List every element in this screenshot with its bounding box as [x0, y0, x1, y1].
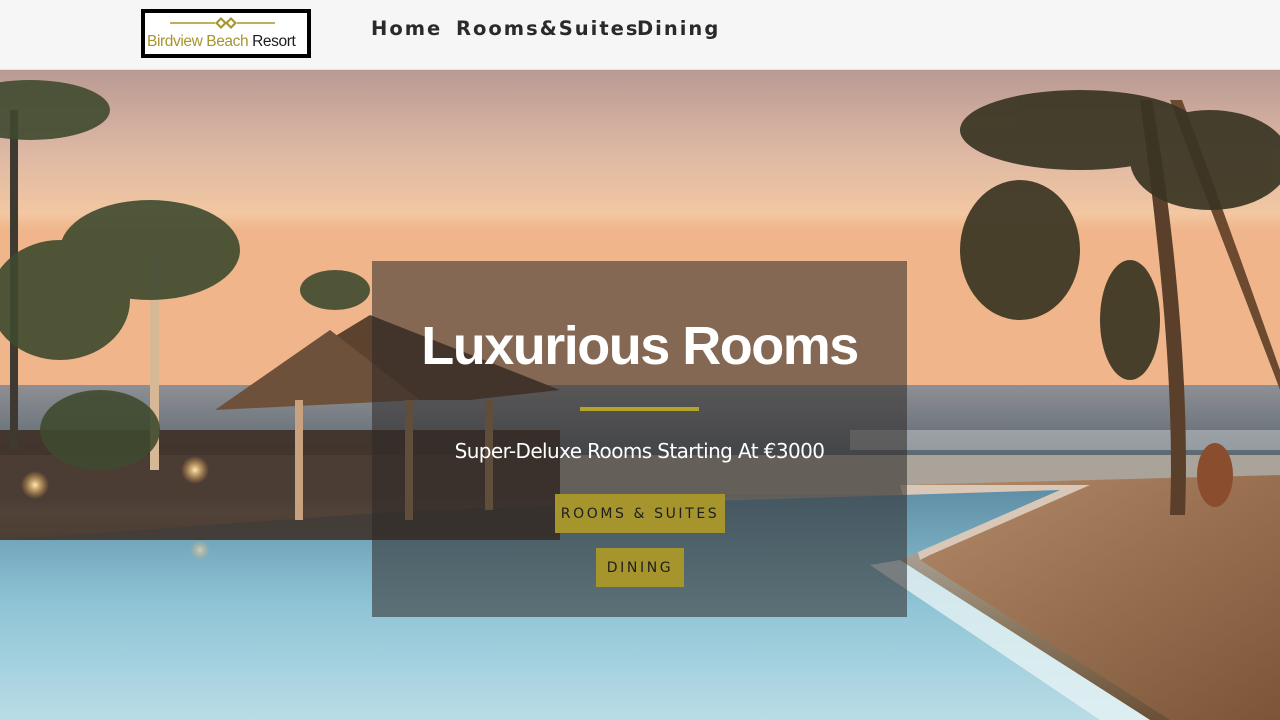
hero-divider [580, 407, 699, 411]
rooms-suites-button[interactable]: ROOMS & SUITES [555, 494, 725, 533]
hero-title: Luxurious Rooms [421, 316, 859, 376]
hero-subtitle: Super-Deluxe Rooms Starting At €3000 [454, 439, 825, 463]
logo-text: Birdview Beach Resort [147, 33, 296, 50]
nav-rooms-suites[interactable]: Rooms&Suites [456, 17, 640, 40]
site-header: Birdview Beach Resort Home Rooms&Suites … [0, 0, 1280, 70]
logo-diamond-icon [170, 17, 275, 29]
hero-overlay: Luxurious Rooms Super-Deluxe Rooms Start… [372, 261, 907, 617]
nav-home[interactable]: Home [371, 17, 442, 40]
dining-button[interactable]: DINING [596, 548, 684, 587]
hero-banner: Luxurious Rooms Super-Deluxe Rooms Start… [0, 70, 1280, 720]
site-logo[interactable]: Birdview Beach Resort [141, 9, 311, 58]
nav-dining[interactable]: Dining [637, 17, 720, 40]
